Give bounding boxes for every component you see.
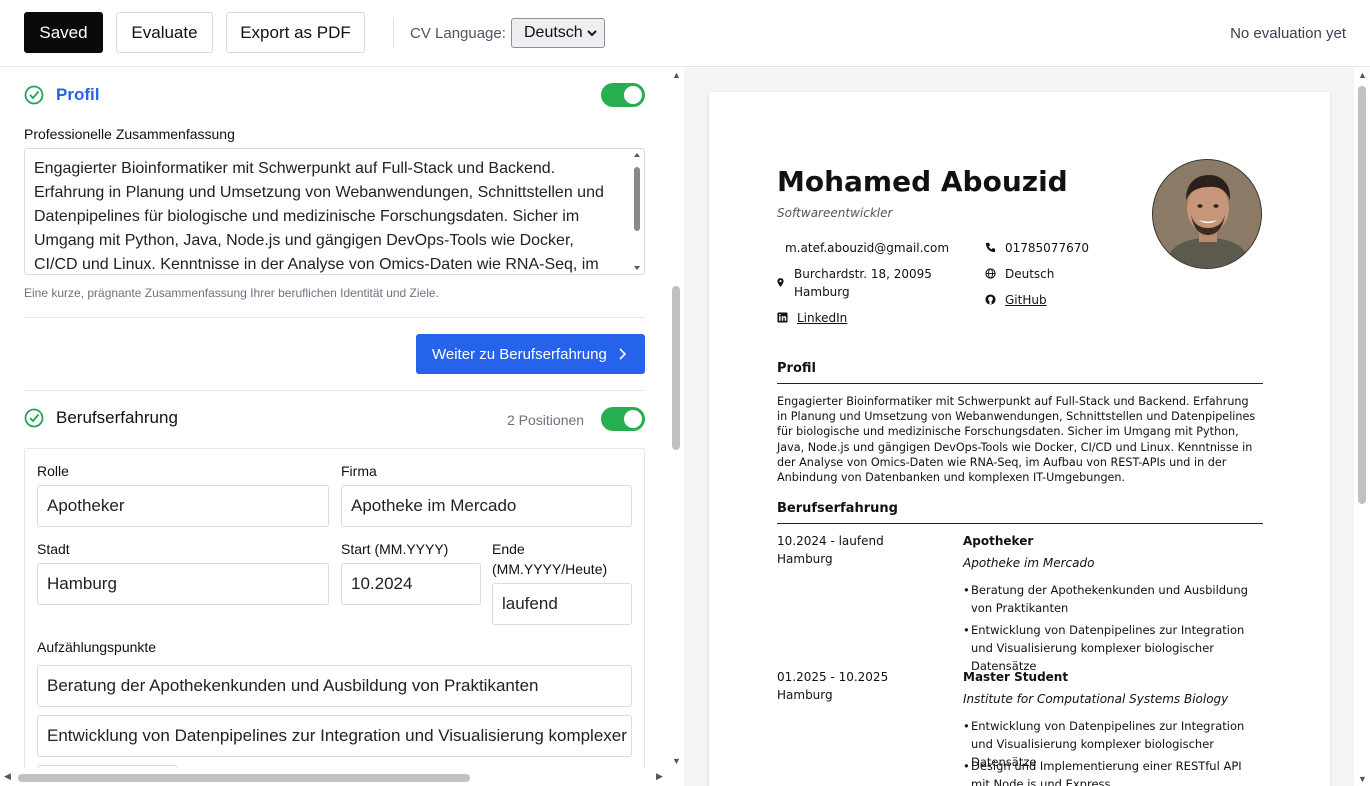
cv-address-line-2: Hamburg	[794, 285, 850, 299]
profile-section-title: Profil	[56, 85, 100, 104]
avatar-image	[1153, 160, 1261, 268]
scrollbar-thumb[interactable]	[672, 286, 680, 450]
cv-job-dates: 10.2024 - laufend	[777, 534, 884, 548]
saved-button[interactable]: Saved	[24, 12, 103, 53]
evaluate-button[interactable]: Evaluate	[116, 12, 213, 53]
cv-job-bullet: Beratung der Apothekenkunden und Ausbild…	[963, 581, 1263, 617]
profile-toggle[interactable]	[601, 83, 645, 107]
cv-experience-heading: Berufserfahrung	[777, 501, 898, 516]
cv-job-bullet: Entwicklung von Datenpipelines zur Integ…	[963, 621, 1263, 675]
role-input[interactable]: Apotheker	[37, 485, 329, 527]
end-date-label-format: (MM.YYYY/Heute)	[492, 561, 608, 577]
experience-section-title: Berufserfahrung	[56, 408, 178, 427]
scroll-right-icon[interactable]: ▶	[656, 771, 663, 782]
location-pin-icon	[777, 278, 784, 287]
cv-job-city: Hamburg	[777, 552, 833, 566]
cv-language-value: Deutsch	[524, 24, 583, 41]
scroll-down-icon[interactable]: ▼	[672, 756, 681, 766]
section-divider	[24, 390, 645, 391]
cv-language-label: CV Language:	[410, 25, 506, 42]
section-divider	[24, 317, 645, 318]
company-input[interactable]: Apotheke im Mercado	[341, 485, 632, 527]
cv-preview-panel: Mohamed Abouzid Softwareentwickler m.ate…	[684, 68, 1370, 786]
cv-profile-heading: Profil	[777, 361, 816, 376]
end-date-input[interactable]: laufend	[492, 583, 632, 625]
experience-entry-card: Rolle Apotheker Firma Apotheke im Mercad…	[24, 448, 645, 786]
cv-heading-rule	[777, 383, 1263, 384]
cv-github-link[interactable]: GitHub	[1005, 293, 1047, 307]
export-pdf-button[interactable]: Export as PDF	[226, 12, 365, 53]
cv-name: Mohamed Abouzid	[777, 165, 1068, 198]
scroll-up-icon[interactable]: ▲	[672, 70, 681, 80]
start-date-label: Start (MM.YYYY)	[341, 541, 449, 557]
horizontal-scrollbar[interactable]: ◀ ▶	[0, 768, 668, 786]
check-circle-icon	[24, 85, 44, 105]
scrollbar-thumb[interactable]	[18, 774, 470, 782]
evaluation-status: No evaluation yet	[1230, 25, 1346, 42]
city-input[interactable]: Hamburg	[37, 563, 329, 605]
scroll-down-icon[interactable]: ▼	[1358, 774, 1367, 784]
check-circle-icon	[24, 408, 44, 428]
cv-email: m.atef.abouzid@gmail.com	[785, 241, 950, 255]
cv-job-title: Softwareentwickler	[777, 206, 893, 220]
chevron-down-icon	[587, 30, 597, 37]
cv-job-bullet: Design und Implementierung einer RESTful…	[963, 757, 1263, 786]
cv-job-role: Master Student	[963, 670, 1069, 684]
bullet-input[interactable]: Beratung der Apothekenkunden und Ausbild…	[37, 665, 632, 707]
linkedin-icon	[777, 312, 788, 323]
start-date-input[interactable]: 10.2024	[341, 563, 481, 605]
next-to-experience-button[interactable]: Weiter zu Berufserfahrung	[416, 334, 645, 374]
role-label: Rolle	[37, 463, 69, 479]
cv-address-line-1: Burchardstr. 18, 20095	[794, 267, 932, 281]
scroll-left-icon[interactable]: ◀	[4, 771, 11, 782]
scrollbar-thumb[interactable]	[1358, 86, 1366, 504]
next-button-label: Weiter zu Berufserfahrung	[432, 345, 607, 363]
cv-job-company: Institute for Computational Systems Biol…	[963, 692, 1229, 706]
cv-job-company: Apotheke im Mercado	[963, 556, 1095, 570]
experience-toggle[interactable]	[601, 407, 645, 431]
github-icon	[985, 294, 996, 305]
cv-job-city: Hamburg	[777, 688, 833, 702]
cv-job-dates: 01.2025 - 10.2025	[777, 670, 889, 684]
summary-text: Engagierter Bioinformatiker mit Schwerpu…	[34, 160, 604, 273]
bullet-input[interactable]: Entwicklung von Datenpipelines zur Integ…	[37, 715, 632, 757]
cv-language: Deutsch	[1005, 267, 1055, 281]
toolbar: Saved Evaluate Export as PDF CV Language…	[0, 0, 1370, 67]
globe-icon	[985, 268, 996, 279]
cv-profile-text: Engagierter Bioinformatiker mit Schwerpu…	[777, 395, 1256, 485]
city-label: Stadt	[37, 541, 70, 557]
summary-hint: Eine kurze, prägnante Zusammenfassung Ih…	[24, 286, 439, 300]
cv-language-select[interactable]: Deutsch	[511, 18, 605, 48]
summary-textarea[interactable]: Engagierter Bioinformatiker mit Schwerpu…	[24, 148, 645, 275]
company-label: Firma	[341, 463, 377, 479]
positions-count: 2 Positionen	[507, 412, 585, 428]
summary-label: Professionelle Zusammenfassung	[24, 126, 235, 142]
phone-icon	[985, 242, 996, 253]
bullets-label: Aufzählungspunkte	[37, 639, 157, 655]
end-date-label: Ende	[492, 541, 525, 557]
textarea-scrollbar[interactable]	[632, 151, 642, 272]
experience-section-header[interactable]: Berufserfahrung	[24, 408, 178, 428]
cv-heading-rule	[777, 523, 1263, 524]
cv-job-role: Apotheker	[963, 534, 1034, 548]
profile-section-header[interactable]: Profil	[24, 85, 99, 105]
cv-linkedin-link[interactable]: LinkedIn	[797, 311, 847, 325]
chevron-right-icon	[619, 348, 627, 360]
preview-vertical-scrollbar[interactable]: ▲ ▼	[1354, 68, 1370, 786]
cv-profile-photo	[1152, 159, 1262, 269]
toolbar-divider	[393, 18, 394, 48]
editor-panel: Profil Professionelle Zusammenfassung En…	[0, 68, 684, 786]
scroll-up-icon[interactable]: ▲	[1358, 70, 1367, 80]
cv-phone: 01785077670	[1005, 241, 1089, 255]
editor-vertical-scrollbar[interactable]: ▲ ▼	[668, 68, 684, 786]
cv-page: Mohamed Abouzid Softwareentwickler m.ate…	[709, 92, 1330, 786]
